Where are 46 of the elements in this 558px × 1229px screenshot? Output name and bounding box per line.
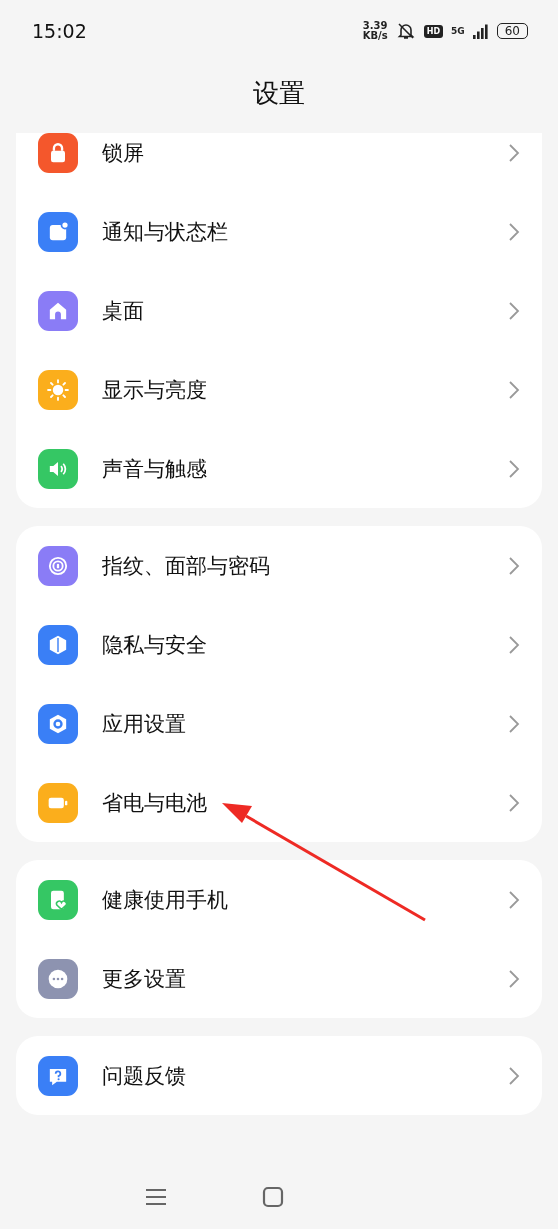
chevron-right-icon xyxy=(508,300,520,321)
settings-item[interactable]: 隐私与安全 xyxy=(16,605,542,684)
settings-item[interactable]: 显示与亮度 xyxy=(16,350,542,429)
settings-label: 显示与亮度 xyxy=(102,376,208,404)
net-speed-value: 3.39 xyxy=(362,21,388,31)
menu-icon[interactable] xyxy=(145,1187,167,1207)
settings-label: 桌面 xyxy=(102,297,145,325)
settings-label: 声音与触感 xyxy=(102,455,208,483)
settings-item[interactable]: 桌面 xyxy=(16,271,542,350)
settings-label: 指纹、面部与密码 xyxy=(102,552,271,580)
settings-item[interactable]: 声音与触感 xyxy=(16,429,542,508)
settings-label: 应用设置 xyxy=(102,710,187,738)
network-type: 5G xyxy=(451,26,465,36)
chevron-right-icon xyxy=(508,968,520,989)
signal-icon xyxy=(472,23,489,39)
status-time: 15:02 xyxy=(32,20,87,42)
settings-label: 锁屏 xyxy=(102,139,145,167)
chevron-right-icon xyxy=(508,142,520,163)
bell-off-icon xyxy=(395,21,416,41)
chevron-right-icon xyxy=(508,221,520,242)
battery-level: 60 xyxy=(496,23,528,39)
settings-item[interactable]: 应用设置 xyxy=(16,684,542,763)
chevron-right-icon xyxy=(508,889,520,910)
settings-item[interactable]: 更多设置 xyxy=(16,939,542,1018)
chevron-right-icon xyxy=(508,634,520,655)
settings-label: 省电与电池 xyxy=(102,789,208,817)
chevron-right-icon xyxy=(508,1065,520,1086)
page-title: 设置 xyxy=(253,77,305,110)
chevron-right-icon xyxy=(508,713,520,734)
settings-item[interactable]: 健康使用手机 xyxy=(16,860,542,939)
settings-label: 通知与状态栏 xyxy=(102,218,229,246)
settings-label: 问题反馈 xyxy=(102,1062,187,1090)
chevron-right-icon xyxy=(508,458,520,479)
net-speed-unit: KB/s xyxy=(362,31,388,41)
settings-label: 更多设置 xyxy=(102,965,187,993)
settings-item[interactable]: 指纹、面部与密码 xyxy=(16,526,542,605)
settings-item[interactable]: 问题反馈 xyxy=(16,1036,542,1115)
settings-item[interactable]: 锁屏 xyxy=(16,133,542,192)
hd-badge: HD xyxy=(423,24,444,38)
chevron-right-icon xyxy=(508,379,520,400)
settings-item[interactable]: 通知与状态栏 xyxy=(16,192,542,271)
home-button-icon[interactable] xyxy=(262,1186,284,1208)
settings-label: 健康使用手机 xyxy=(102,886,229,914)
chevron-right-icon xyxy=(508,555,520,576)
settings-label: 隐私与安全 xyxy=(102,631,208,659)
chevron-right-icon xyxy=(508,792,520,813)
